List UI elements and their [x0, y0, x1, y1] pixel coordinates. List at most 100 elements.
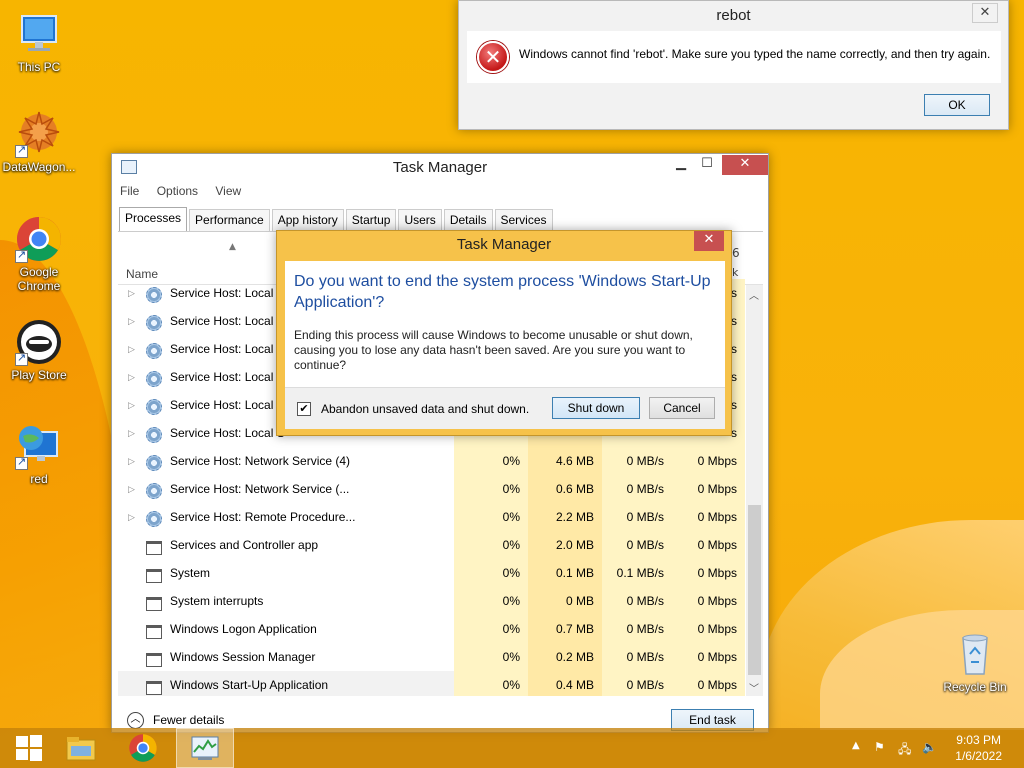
expand-chevron-icon[interactable]: ▷ [128, 391, 135, 419]
process-row[interactable]: ▷ Service Host: Network Service (... 0% 0.6… [118, 475, 745, 503]
volume-icon[interactable]: 🔈 [922, 740, 937, 754]
fewer-details-link[interactable]: Fewer details [153, 713, 224, 727]
desktop-icon-play-store[interactable]: Play Store [0, 318, 78, 382]
expand-chevron-icon[interactable]: ▷ [128, 419, 135, 447]
chrome-icon [129, 734, 157, 762]
taskbar-chrome[interactable] [114, 728, 172, 768]
ok-button[interactable]: OK [924, 94, 990, 116]
dialog-footer: ✔ Abandon unsaved data and shut down. Sh… [285, 387, 725, 429]
sort-arrow-icon: ▲ [229, 242, 236, 252]
desktop-icon-red[interactable]: red [0, 422, 78, 486]
network-cell: 0 Mbps [672, 643, 745, 671]
memory-cell: 2.0 MB [528, 531, 602, 559]
network-cell: 0 Mbps [672, 503, 745, 531]
taskbar-file-explorer[interactable] [52, 728, 110, 768]
maximize-icon: ☐ [701, 156, 713, 171]
menu-view[interactable]: View [215, 184, 241, 198]
start-button[interactable] [0, 728, 58, 768]
cpu-cell: 0% [454, 671, 528, 696]
process-name: Windows Start-Up Application [170, 678, 329, 692]
disk-cell: 0 MB/s [602, 643, 672, 671]
close-icon: ✕ [979, 5, 991, 20]
maximize-button[interactable]: ☐ [694, 155, 720, 175]
column-network-unit-fragment: k [732, 266, 739, 279]
cpu-cell: 0% [454, 447, 528, 475]
application-window-icon [146, 621, 162, 639]
close-icon: ✕ [739, 156, 751, 171]
expand-chevron-icon[interactable]: ▷ [128, 307, 135, 335]
desktop-icon-google-chrome[interactable]: Google Chrome [0, 215, 78, 293]
process-row[interactable]: System interrupts 0% 0 MB 0 MB/s 0 Mbps [118, 587, 745, 615]
expand-chevron-icon[interactable]: ▷ [128, 475, 135, 503]
expand-chevron-icon[interactable]: ▷ [128, 335, 135, 363]
network-cell: 0 Mbps [672, 559, 745, 587]
menu-file[interactable]: File [120, 184, 139, 198]
memory-cell: 0 MB [528, 587, 602, 615]
tab-services[interactable]: Services [494, 209, 553, 231]
application-window-icon [146, 649, 162, 667]
tab-details[interactable]: Details [443, 209, 493, 231]
tab-performance[interactable]: Performance [189, 209, 270, 231]
process-row[interactable]: Services and Controller app 0% 2.0 MB 0 MB/… [118, 531, 745, 559]
memory-cell: 0.7 MB [528, 615, 602, 643]
memory-cell: 0.4 MB [528, 671, 602, 696]
vertical-scrollbar[interactable]: ︿ ﹀ [746, 285, 763, 696]
taskbar: ▲ ⚑ 🖧 🔈 9:03 PM 1/6/2022 [0, 728, 1024, 768]
close-button[interactable]: ✕ [972, 3, 998, 23]
network-cell: 0 Mbps [672, 587, 745, 615]
scrollbar-thumb[interactable] [748, 505, 761, 675]
task-manager-icon [191, 736, 219, 760]
clock-time: 9:03 PM [956, 733, 1001, 747]
system-clock[interactable]: 9:03 PM 1/6/2022 [955, 732, 1002, 764]
desktop-icon-this-pc[interactable]: This PC [0, 10, 78, 74]
expand-chevron-icon[interactable]: ▷ [128, 503, 135, 531]
disk-cell: 0.1 MB/s [602, 559, 672, 587]
process-row[interactable]: Windows Session Manager 0% 0.2 MB 0 MB/s 0 M… [118, 643, 745, 671]
abandon-data-checkbox[interactable]: ✔ [297, 402, 311, 416]
menu-options[interactable]: Options [157, 184, 198, 198]
tab-startup[interactable]: Startup [345, 209, 397, 231]
process-row[interactable]: Windows Start-Up Application 0% 0.4 MB 0 MB… [118, 671, 745, 696]
desktop-icon-datawagon[interactable]: DataWagon... [0, 110, 78, 174]
process-row[interactable]: System 0% 0.1 MB 0.1 MB/s 0 Mbps [118, 559, 745, 587]
service-gear-icon [146, 453, 162, 471]
process-row[interactable]: Windows Logon Application 0% 0.7 MB 0 MB/s 0… [118, 615, 745, 643]
cpu-cell: 0% [454, 475, 528, 503]
scroll-down-icon[interactable]: ﹀ [749, 680, 759, 695]
expand-chevron-icon[interactable]: ▷ [128, 279, 135, 307]
expand-chevron-icon[interactable]: ▷ [128, 447, 135, 475]
close-button[interactable]: ✕ [694, 231, 724, 251]
process-row[interactable]: ▷ Service Host: Network Service (4) 0% 4.6 … [118, 447, 745, 475]
service-gear-icon [146, 341, 162, 359]
cancel-button[interactable]: Cancel [649, 397, 715, 419]
network-icon[interactable]: 🖧 [898, 740, 911, 761]
desktop-icon-label: DataWagon... [2, 160, 76, 174]
checkbox-label[interactable]: Abandon unsaved data and shut down. [321, 402, 529, 416]
minimize-icon: ▁ [676, 156, 686, 171]
cpu-cell: 0% [454, 559, 528, 587]
memory-cell: 0.1 MB [528, 559, 602, 587]
show-hidden-icons[interactable]: ▲ [852, 740, 860, 751]
shut-down-button[interactable]: Shut down [552, 397, 640, 419]
tab-app-history[interactable]: App history [271, 209, 344, 231]
process-name: Service Host: Local S [170, 398, 285, 412]
taskbar-task-manager[interactable] [176, 728, 234, 768]
rebot-error-dialog: rebot ✕ ✕ Windows cannot find 'rebot'. M… [458, 0, 1009, 130]
tab-users[interactable]: Users [398, 209, 442, 231]
action-center-icon[interactable]: ⚑ [874, 740, 885, 754]
fewer-details-chevron-icon[interactable]: ︿ [127, 712, 144, 729]
process-name: System interrupts [170, 594, 264, 608]
service-gear-icon [146, 313, 162, 331]
tab-processes[interactable]: Processes [119, 207, 188, 231]
desktop-icon-recycle-bin[interactable]: Recycle Bin [936, 630, 1014, 694]
close-icon: ✕ [703, 232, 715, 247]
cpu-cell: 0% [454, 503, 528, 531]
minimize-button[interactable]: ▁ [668, 155, 694, 175]
dialog-question: Do you want to end the system process 'W… [294, 273, 711, 311]
process-row[interactable]: ▷ Service Host: Remote Procedure... 0% 2.2 … [118, 503, 745, 531]
error-icon: ✕ [477, 41, 509, 73]
expand-chevron-icon[interactable]: ▷ [128, 363, 135, 391]
memory-cell: 0.6 MB [528, 475, 602, 503]
close-button[interactable]: ✕ [722, 155, 768, 175]
scroll-up-icon[interactable]: ︿ [749, 287, 759, 302]
